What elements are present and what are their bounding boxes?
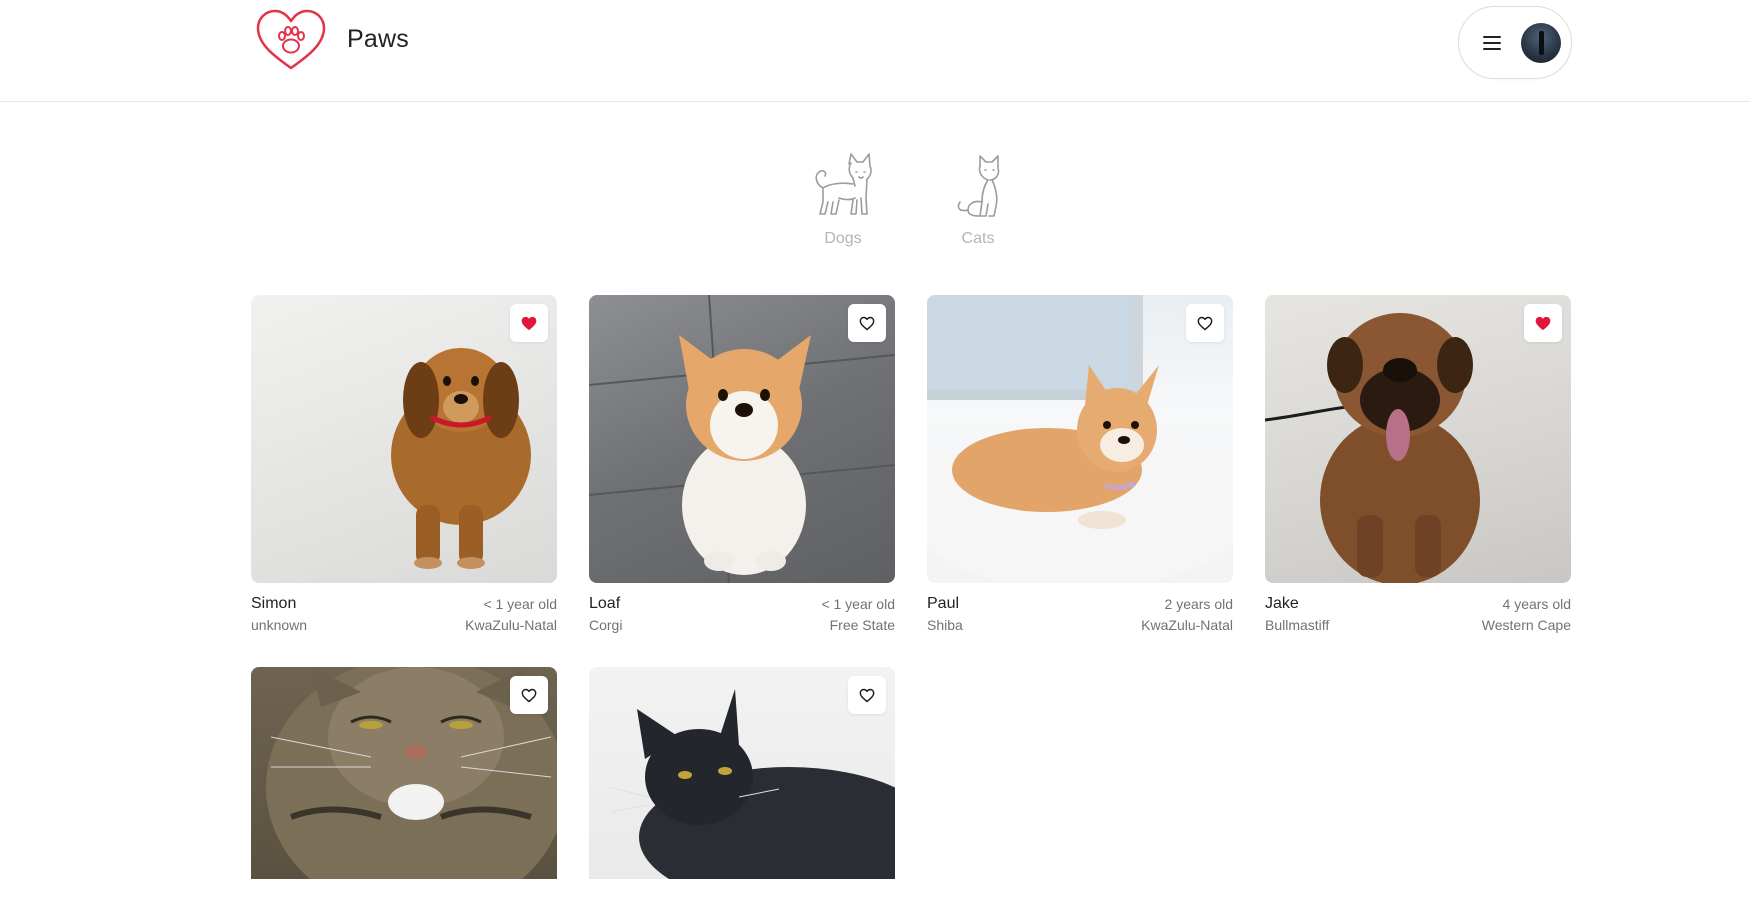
heart-paw-icon[interactable] (254, 8, 328, 74)
favorite-button[interactable] (848, 676, 886, 714)
top-navigation-bar: Paws (0, 0, 1750, 102)
pet-name: Jake (1265, 595, 1299, 612)
pet-card-black-cat[interactable] (589, 667, 895, 879)
category-cats[interactable]: Cats (923, 148, 1033, 248)
pet-region: KwaZulu-Natal (1141, 617, 1233, 633)
heart-outline-icon (859, 688, 875, 702)
heart-filled-icon (521, 316, 537, 330)
pet-photo[interactable] (251, 667, 557, 879)
user-menu-button[interactable] (1458, 6, 1572, 79)
favorite-button[interactable] (1186, 304, 1224, 342)
favorite-button[interactable] (510, 676, 548, 714)
category-label-cats: Cats (961, 230, 995, 247)
category-label-dogs: Dogs (824, 230, 862, 247)
avatar (1521, 22, 1561, 63)
favorite-button[interactable] (510, 304, 548, 342)
heart-outline-icon (1197, 316, 1213, 330)
brand-name[interactable]: Paws (347, 25, 409, 54)
hamburger-icon (1483, 35, 1503, 51)
pet-age: 4 years old (1502, 596, 1571, 612)
pet-photo[interactable] (927, 295, 1233, 583)
pet-breed: unknown (251, 617, 308, 633)
heart-outline-icon (521, 688, 537, 702)
pet-photo[interactable] (1265, 295, 1571, 583)
dog-icon (788, 148, 898, 218)
pet-card-loaf[interactable]: Loaf < 1 year old Corgi Free State (589, 295, 895, 639)
pet-name: Paul (927, 595, 960, 612)
pet-photo[interactable] (589, 295, 895, 583)
favorite-button[interactable] (848, 304, 886, 342)
pet-age: < 1 year old (821, 596, 895, 612)
pet-breed: Shiba (927, 617, 963, 633)
pet-age: < 1 year old (483, 596, 557, 612)
pet-photo[interactable] (251, 295, 557, 583)
pet-card-jake[interactable]: Jake 4 years old Bullmastiff Western Cap… (1265, 295, 1571, 639)
pet-region: KwaZulu-Natal (465, 617, 557, 633)
pet-breed: Corgi (589, 617, 623, 633)
heart-filled-icon (1535, 316, 1551, 330)
pet-card-tabby-cat[interactable] (251, 667, 557, 879)
cat-icon (923, 148, 1033, 218)
pet-name: Loaf (589, 595, 621, 612)
pet-breed: Bullmastiff (1265, 617, 1330, 633)
pet-card-paul[interactable]: Paul 2 years old Shiba KwaZulu-Natal (927, 295, 1233, 639)
pet-region: Free State (829, 617, 895, 633)
pet-region: Western Cape (1481, 617, 1571, 633)
pet-name: Simon (251, 595, 297, 612)
heart-outline-icon (859, 316, 875, 330)
pet-card-simon[interactable]: Simon < 1 year old unknown KwaZulu-Natal (251, 295, 557, 639)
category-dogs[interactable]: Dogs (788, 148, 898, 248)
pet-photo[interactable] (589, 667, 895, 879)
pet-age: 2 years old (1164, 596, 1233, 612)
favorite-button[interactable] (1524, 304, 1562, 342)
